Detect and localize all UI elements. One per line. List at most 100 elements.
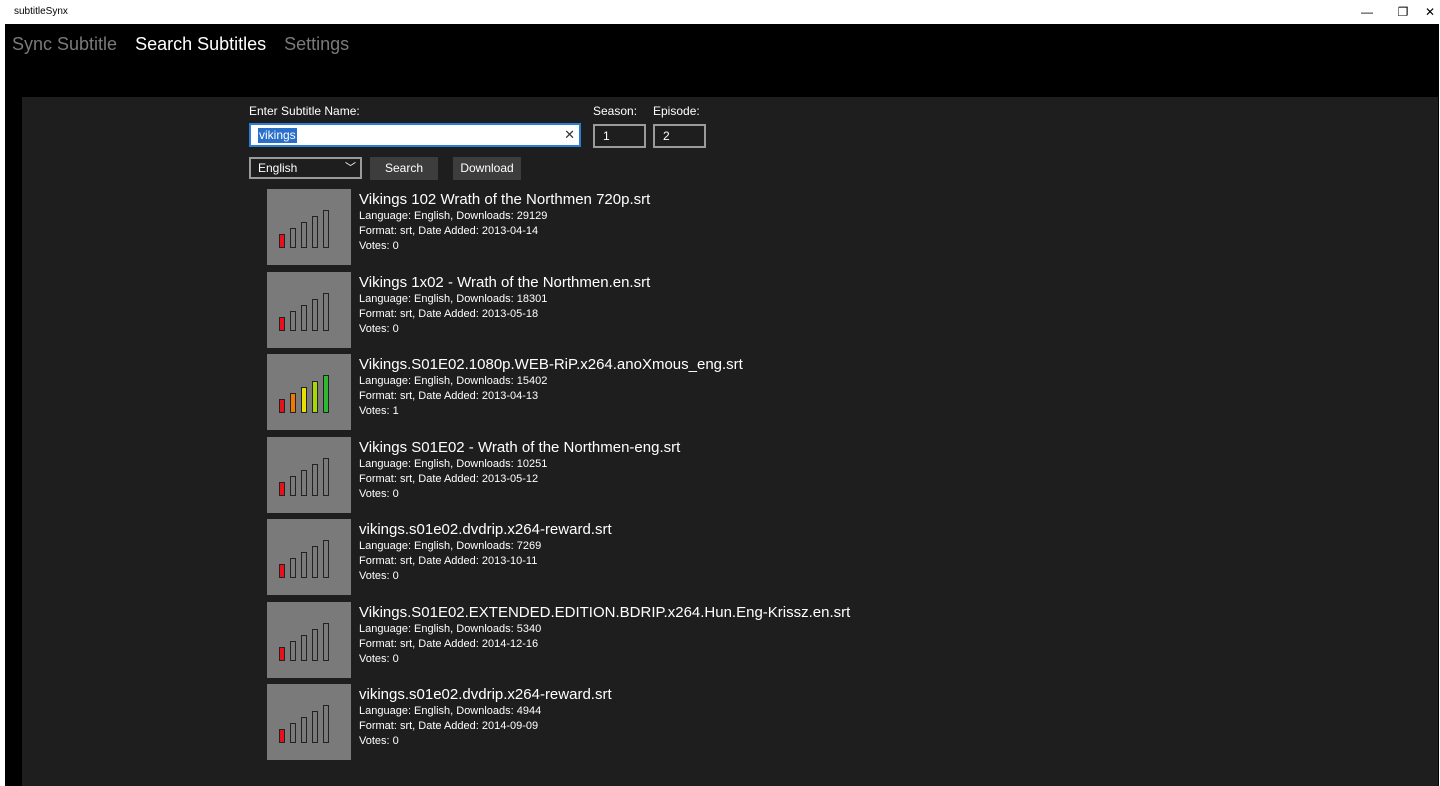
search-panel: Enter Subtitle Name: Season: Episode: vi… [22, 97, 1438, 786]
result-format-date: Format: srt, Date Added: 2013-10-11 [359, 555, 538, 567]
list-item[interactable]: Vikings.S01E02.EXTENDED.EDITION.BDRIP.x2… [267, 601, 967, 678]
result-info: Vikings S01E02 - Wrath of the Northmen-e… [359, 439, 680, 502]
result-language-downloads: Language: English, Downloads: 10251 [359, 457, 548, 470]
result-language-downloads: Language: English, Downloads: 5340 [359, 622, 542, 635]
result-info: Vikings.S01E02.1080p.WEB-RiP.x264.anoXmo… [359, 356, 743, 419]
signal-bar [279, 646, 285, 661]
result-format-date: Format: srt, Date Added: 2013-04-14 [359, 225, 539, 237]
result-votes: Votes: 1 [359, 405, 399, 417]
signal-bar [279, 729, 285, 743]
language-dropdown[interactable]: English ﹀ [249, 157, 362, 179]
result-votes: Votes: 0 [359, 652, 399, 665]
signal-bar [312, 546, 318, 578]
list-item[interactable]: vikings.s01e02.dvdrip.x264-reward.srt La… [267, 684, 967, 760]
app-surface: Sync Subtitle Search Subtitles Settings … [5, 24, 1439, 786]
signal-bar [301, 387, 307, 413]
signal-bar [323, 622, 329, 661]
chevron-down-icon: ﹀ [345, 162, 356, 174]
signal-bar [312, 298, 318, 331]
signal-bar [301, 552, 307, 578]
rating-signal-icon [267, 684, 351, 760]
episode-label: Episode: [653, 104, 700, 118]
rating-signal-icon [267, 601, 351, 678]
signal-bar [290, 393, 296, 413]
result-language-downloads: Language: English, Downloads: 29129 [359, 210, 548, 222]
signal-bar [290, 310, 296, 331]
subtitle-name-value: vikings [258, 128, 297, 143]
result-format-date: Format: srt, Date Added: 2014-12-16 [359, 637, 539, 650]
list-item[interactable]: vikings.s01e02.dvdrip.x264-reward.srt La… [267, 519, 967, 595]
result-filename: Vikings 102 Wrath of the Northmen 720p.s… [359, 191, 651, 208]
signal-bar [301, 469, 307, 496]
signal-bar [279, 399, 285, 413]
signal-bar [279, 564, 285, 578]
signal-bar [301, 634, 307, 661]
close-button[interactable]: ✕ [1420, 0, 1440, 24]
result-info: vikings.s01e02.dvdrip.x264-reward.srt La… [359, 686, 612, 749]
search-button[interactable]: Search [370, 157, 438, 180]
result-votes: Votes: 0 [359, 487, 399, 500]
maximize-button[interactable]: ❐ [1386, 0, 1420, 24]
signal-bar [312, 628, 318, 661]
signal-bar [279, 234, 285, 248]
signal-bar [312, 381, 318, 413]
rating-signal-icon [267, 519, 351, 595]
signal-bar [323, 540, 329, 578]
clear-icon[interactable]: ✕ [564, 127, 575, 143]
signal-bar [312, 711, 318, 743]
rating-signal-icon [267, 189, 351, 265]
result-info: Vikings 102 Wrath of the Northmen 720p.s… [359, 191, 650, 254]
result-language-downloads: Language: English, Downloads: 4944 [359, 705, 542, 717]
signal-bar [323, 457, 329, 496]
episode-input[interactable]: 2 [653, 124, 706, 148]
result-language-downloads: Language: English, Downloads: 18301 [359, 292, 548, 305]
signal-bar [290, 723, 296, 743]
season-label: Season: [593, 104, 638, 118]
subtitle-name-input[interactable]: vikings ✕ [249, 123, 581, 147]
window-title: subtitleSynx [14, 6, 68, 17]
result-format-date: Format: srt, Date Added: 2013-05-12 [359, 472, 539, 485]
rating-signal-icon [267, 354, 351, 430]
result-format-date: Format: srt, Date Added: 2014-09-09 [359, 720, 539, 732]
signal-bar [290, 558, 296, 578]
signal-bar [301, 717, 307, 743]
signal-bar [312, 216, 318, 248]
tab-sync-subtitle[interactable]: Sync Subtitle [12, 32, 117, 60]
signal-bar [323, 705, 329, 743]
list-item[interactable]: Vikings.S01E02.1080p.WEB-RiP.x264.anoXmo… [267, 354, 967, 430]
result-votes: Votes: 0 [359, 240, 399, 252]
result-format-date: Format: srt, Date Added: 2013-05-18 [359, 307, 539, 320]
result-filename: Vikings 1x02 - Wrath of the Northmen.en.… [359, 273, 651, 291]
signal-bar [301, 304, 307, 331]
result-language-downloads: Language: English, Downloads: 15402 [359, 375, 548, 387]
minimize-button[interactable]: — [1350, 0, 1384, 24]
result-votes: Votes: 0 [359, 322, 399, 335]
result-filename: vikings.s01e02.dvdrip.x264-reward.srt [359, 686, 612, 703]
result-filename: Vikings.S01E02.1080p.WEB-RiP.x264.anoXmo… [359, 356, 743, 373]
result-votes: Votes: 0 [359, 735, 399, 747]
top-nav: Sync Subtitle Search Subtitles Settings [12, 32, 367, 60]
result-filename: Vikings S01E02 - Wrath of the Northmen-e… [359, 438, 681, 456]
signal-bar [290, 475, 296, 496]
tab-search-subtitles[interactable]: Search Subtitles [135, 32, 266, 60]
subtitle-name-label: Enter Subtitle Name: [249, 104, 360, 118]
list-item[interactable]: Vikings 102 Wrath of the Northmen 720p.s… [267, 189, 967, 265]
signal-bar [290, 640, 296, 661]
signal-bar [290, 228, 296, 248]
signal-bar [323, 292, 329, 331]
download-button[interactable]: Download [453, 157, 521, 180]
result-info: Vikings.S01E02.EXTENDED.EDITION.BDRIP.x2… [359, 604, 850, 667]
result-format-date: Format: srt, Date Added: 2013-04-13 [359, 390, 539, 402]
signal-bar [323, 210, 329, 248]
result-filename: Vikings.S01E02.EXTENDED.EDITION.BDRIP.x2… [359, 603, 851, 621]
result-filename: vikings.s01e02.dvdrip.x264-reward.srt [359, 521, 612, 538]
result-info: vikings.s01e02.dvdrip.x264-reward.srt La… [359, 521, 612, 584]
season-input[interactable]: 1 [593, 124, 646, 148]
language-value: English [258, 161, 298, 175]
result-language-downloads: Language: English, Downloads: 7269 [359, 540, 542, 552]
tab-settings[interactable]: Settings [284, 32, 349, 60]
list-item[interactable]: Vikings 1x02 - Wrath of the Northmen.en.… [267, 271, 967, 348]
list-item[interactable]: Vikings S01E02 - Wrath of the Northmen-e… [267, 436, 967, 513]
signal-bar [301, 222, 307, 248]
title-bar: subtitleSynx — ❐ ✕ [0, 0, 1440, 24]
